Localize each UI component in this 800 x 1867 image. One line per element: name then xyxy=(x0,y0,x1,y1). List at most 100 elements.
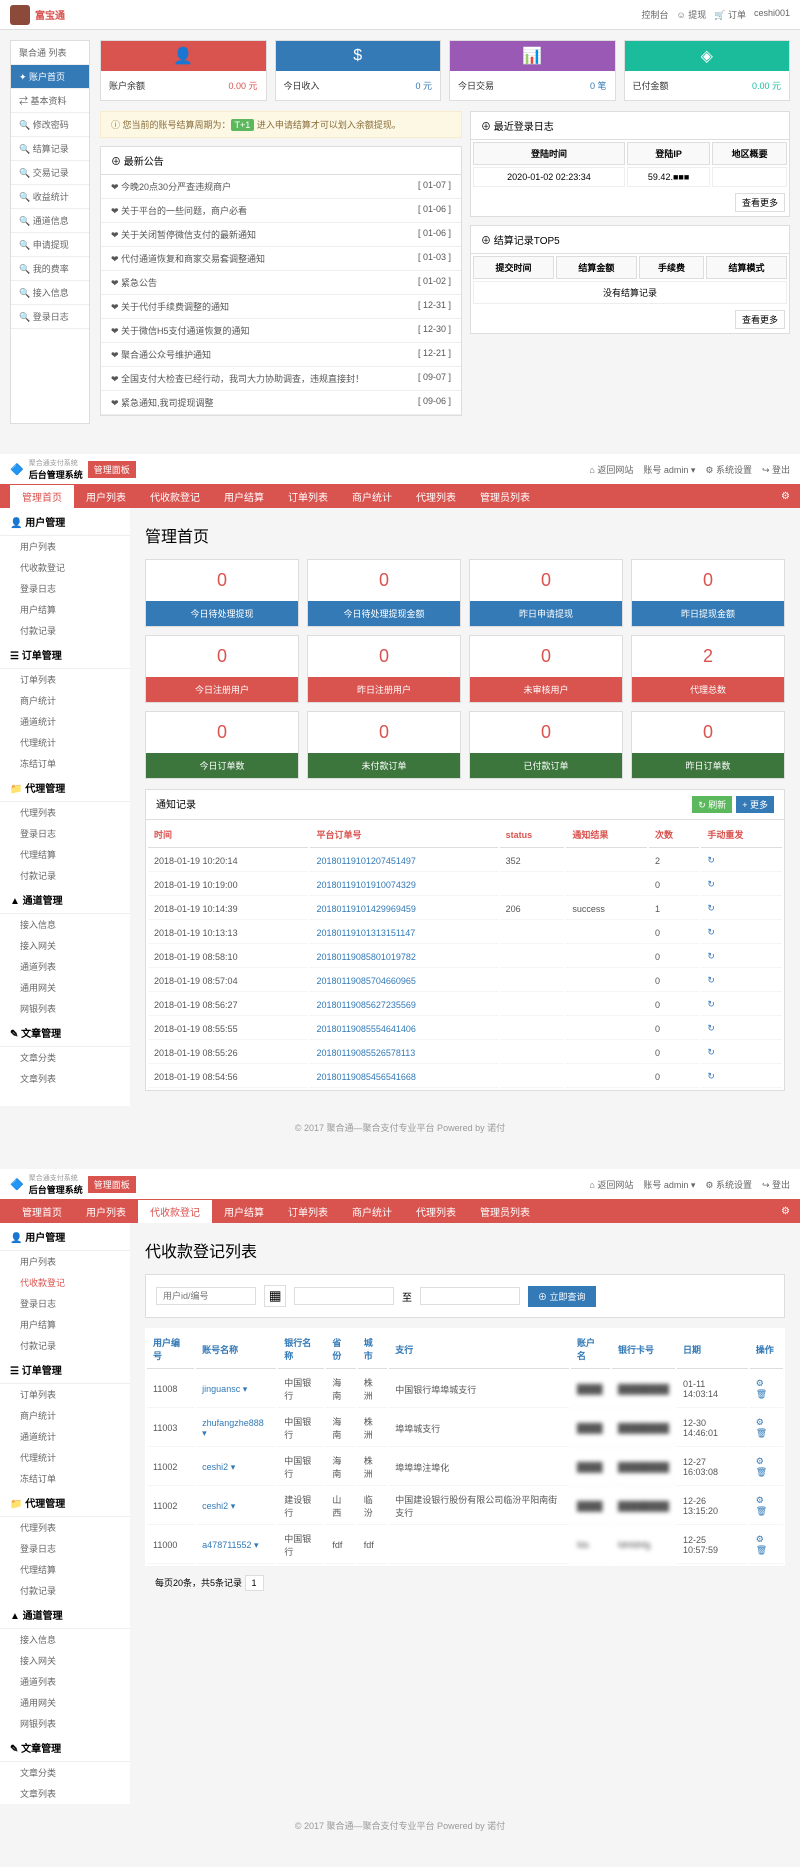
nav-account[interactable]: 账号 admin ▾ xyxy=(643,463,695,476)
sidebar-item[interactable]: 付款记录 xyxy=(0,1335,130,1356)
stat-label-button[interactable]: 未审核用户 xyxy=(470,677,622,702)
resend-icon[interactable]: ↻ xyxy=(701,850,782,872)
order-link[interactable]: 20180119101429969459 xyxy=(310,898,497,920)
page-1[interactable]: 1 xyxy=(245,1575,264,1591)
sidebar-item[interactable]: 代理统计 xyxy=(0,1447,130,1468)
nav-tab[interactable]: 订单列表 xyxy=(276,1200,340,1223)
nav-tab[interactable]: 管理首页 xyxy=(10,1200,74,1223)
nav-logout[interactable]: ↪ 登出 xyxy=(762,463,790,476)
calendar-icon[interactable]: ▦ xyxy=(264,1285,286,1307)
resend-icon[interactable]: ↻ xyxy=(701,994,782,1016)
nav-tab[interactable]: 代理列表 xyxy=(404,1200,468,1223)
sidebar-item[interactable]: ⇄ 基本资料 xyxy=(11,89,89,113)
sidebar-item[interactable]: 商户统计 xyxy=(0,690,130,711)
resend-icon[interactable]: ↻ xyxy=(701,922,782,944)
search-input[interactable] xyxy=(156,1287,256,1305)
resend-icon[interactable]: ↻ xyxy=(701,898,782,920)
sidebar-item[interactable]: 通用网关 xyxy=(0,977,130,998)
nav-settings[interactable]: ⚙ 系统设置 xyxy=(705,1178,752,1191)
row-actions[interactable]: ⚙ 🗑 xyxy=(750,1488,783,1525)
row-actions[interactable]: ⚙ 🗑 xyxy=(750,1371,783,1408)
order-link[interactable]: 20180119101207451497 xyxy=(310,850,497,872)
nav-home[interactable]: ⌂ 返回网站 xyxy=(589,463,633,476)
more-button[interactable]: 查看更多 xyxy=(735,310,785,329)
sidebar-item[interactable]: 登录日志 xyxy=(0,1293,130,1314)
sidebar-item[interactable]: 付款记录 xyxy=(0,865,130,886)
search-button[interactable]: ⊕ 立即查询 xyxy=(528,1286,596,1307)
gear-icon[interactable]: ⚙ xyxy=(781,491,790,502)
sidebar-item[interactable]: 用户结算 xyxy=(0,599,130,620)
row-actions[interactable]: ⚙ 🗑 xyxy=(750,1410,783,1447)
more-button[interactable]: 查看更多 xyxy=(735,193,785,212)
sidebar-item[interactable]: 用户列表 xyxy=(0,1251,130,1272)
stat-label-button[interactable]: 未付款订单 xyxy=(308,753,460,778)
account-link[interactable]: jinguansc ▾ xyxy=(196,1371,276,1408)
sidebar-item[interactable]: 接入网关 xyxy=(0,1650,130,1671)
stat-label-button[interactable]: 今日订单数 xyxy=(146,753,298,778)
nav-tab[interactable]: 代收款登记 xyxy=(138,485,212,508)
sidebar-item[interactable]: 代理列表 xyxy=(0,1517,130,1538)
sidebar-item[interactable]: 登录日志 xyxy=(0,578,130,599)
resend-icon[interactable]: ↻ xyxy=(701,946,782,968)
resend-icon[interactable]: ↻ xyxy=(701,1042,782,1064)
nav-tab[interactable]: 商户统计 xyxy=(340,1200,404,1223)
date-from[interactable] xyxy=(294,1287,394,1305)
notice-item[interactable]: ❤ 紧急通知,我司提现调整[ 09-06 ] xyxy=(101,391,461,415)
nav-account[interactable]: 账号 admin ▾ xyxy=(643,1178,695,1191)
sidebar-item[interactable]: 代理统计 xyxy=(0,732,130,753)
nav-tab[interactable]: 代理列表 xyxy=(404,485,468,508)
order-link[interactable]: 20180119085554641406 xyxy=(310,1018,497,1040)
nav-console[interactable]: 控制台 xyxy=(642,8,669,21)
sidebar-item[interactable]: 用户列表 xyxy=(0,536,130,557)
account-link[interactable]: zhufangzhe888 ▾ xyxy=(196,1410,276,1447)
sidebar-item[interactable]: 登录日志 xyxy=(0,823,130,844)
nav-settings[interactable]: ⚙ 系统设置 xyxy=(705,463,752,476)
order-link[interactable]: 20180119085526578113 xyxy=(310,1042,497,1064)
notice-item[interactable]: ❤ 关于微信H5支付通道恢复的通知[ 12-30 ] xyxy=(101,319,461,343)
stat-label-button[interactable]: 今日注册用户 xyxy=(146,677,298,702)
stat-label-button[interactable]: 昨日申请提现 xyxy=(470,601,622,626)
sidebar-item[interactable]: 代收款登记 xyxy=(0,1272,130,1293)
sidebar-item[interactable]: 付款记录 xyxy=(0,620,130,641)
nav-tab[interactable]: 用户结算 xyxy=(212,485,276,508)
resend-icon[interactable]: ↻ xyxy=(701,874,782,896)
nav-tab[interactable]: 商户统计 xyxy=(340,485,404,508)
stat-label-button[interactable]: 昨日注册用户 xyxy=(308,677,460,702)
resend-icon[interactable]: ↻ xyxy=(701,1018,782,1040)
sidebar-item[interactable]: 通用网关 xyxy=(0,1692,130,1713)
notice-item[interactable]: ❤ 全国支付大检查已经行动，我司大力协助调查，违规直接封！[ 09-07 ] xyxy=(101,367,461,391)
sidebar-item[interactable]: 通道统计 xyxy=(0,711,130,732)
notice-item[interactable]: ❤ 关于关闭暂停微信支付的最新通知[ 01-06 ] xyxy=(101,223,461,247)
nav-withdraw[interactable]: ☺ 提现 xyxy=(677,8,707,21)
order-link[interactable]: 20180119085627235569 xyxy=(310,994,497,1016)
stat-label-button[interactable]: 今日待处理提现金额 xyxy=(308,601,460,626)
nav-user[interactable]: ceshi001 xyxy=(754,8,790,21)
sidebar-item[interactable]: 文章列表 xyxy=(0,1068,130,1089)
sidebar-item[interactable]: 用户结算 xyxy=(0,1314,130,1335)
resend-icon[interactable]: ↻ xyxy=(701,970,782,992)
nav-tab[interactable]: 订单列表 xyxy=(276,485,340,508)
notice-item[interactable]: ❤ 关于平台的一些问题，商户必看[ 01-06 ] xyxy=(101,199,461,223)
sidebar-item[interactable]: 🔍 修改密码 xyxy=(11,113,89,137)
sidebar-item-home[interactable]: ✦ 账户首页 xyxy=(11,65,89,89)
notice-item[interactable]: ❤ 紧急公告[ 01-02 ] xyxy=(101,271,461,295)
nav-logout[interactable]: ↪ 登出 xyxy=(762,1178,790,1191)
gear-icon[interactable]: ⚙ xyxy=(781,1206,790,1217)
sidebar-item[interactable]: 冻结订单 xyxy=(0,1468,130,1489)
sidebar-item[interactable]: 网银列表 xyxy=(0,1713,130,1734)
sidebar-item[interactable]: 🔍 收益统计 xyxy=(11,185,89,209)
nav-tab[interactable]: 代收款登记 xyxy=(138,1200,212,1223)
order-link[interactable]: 20180119101910074329 xyxy=(310,874,497,896)
sidebar-item[interactable]: 通道列表 xyxy=(0,1671,130,1692)
nav-tab[interactable]: 管理员列表 xyxy=(468,485,542,508)
sidebar-item[interactable]: 🔍 我的费率 xyxy=(11,257,89,281)
row-actions[interactable]: ⚙ 🗑 xyxy=(750,1527,783,1564)
sidebar-item[interactable]: 订单列表 xyxy=(0,1384,130,1405)
nav-tab[interactable]: 用户列表 xyxy=(74,485,138,508)
nav-tab[interactable]: 管理首页 xyxy=(10,485,74,508)
sidebar-item[interactable]: 网银列表 xyxy=(0,998,130,1019)
stat-label-button[interactable]: 今日待处理提现 xyxy=(146,601,298,626)
order-link[interactable]: 20180119085456541668 xyxy=(310,1066,497,1088)
sidebar-item[interactable]: 🔍 登录日志 xyxy=(11,305,89,329)
row-actions[interactable]: ⚙ 🗑 xyxy=(750,1449,783,1486)
